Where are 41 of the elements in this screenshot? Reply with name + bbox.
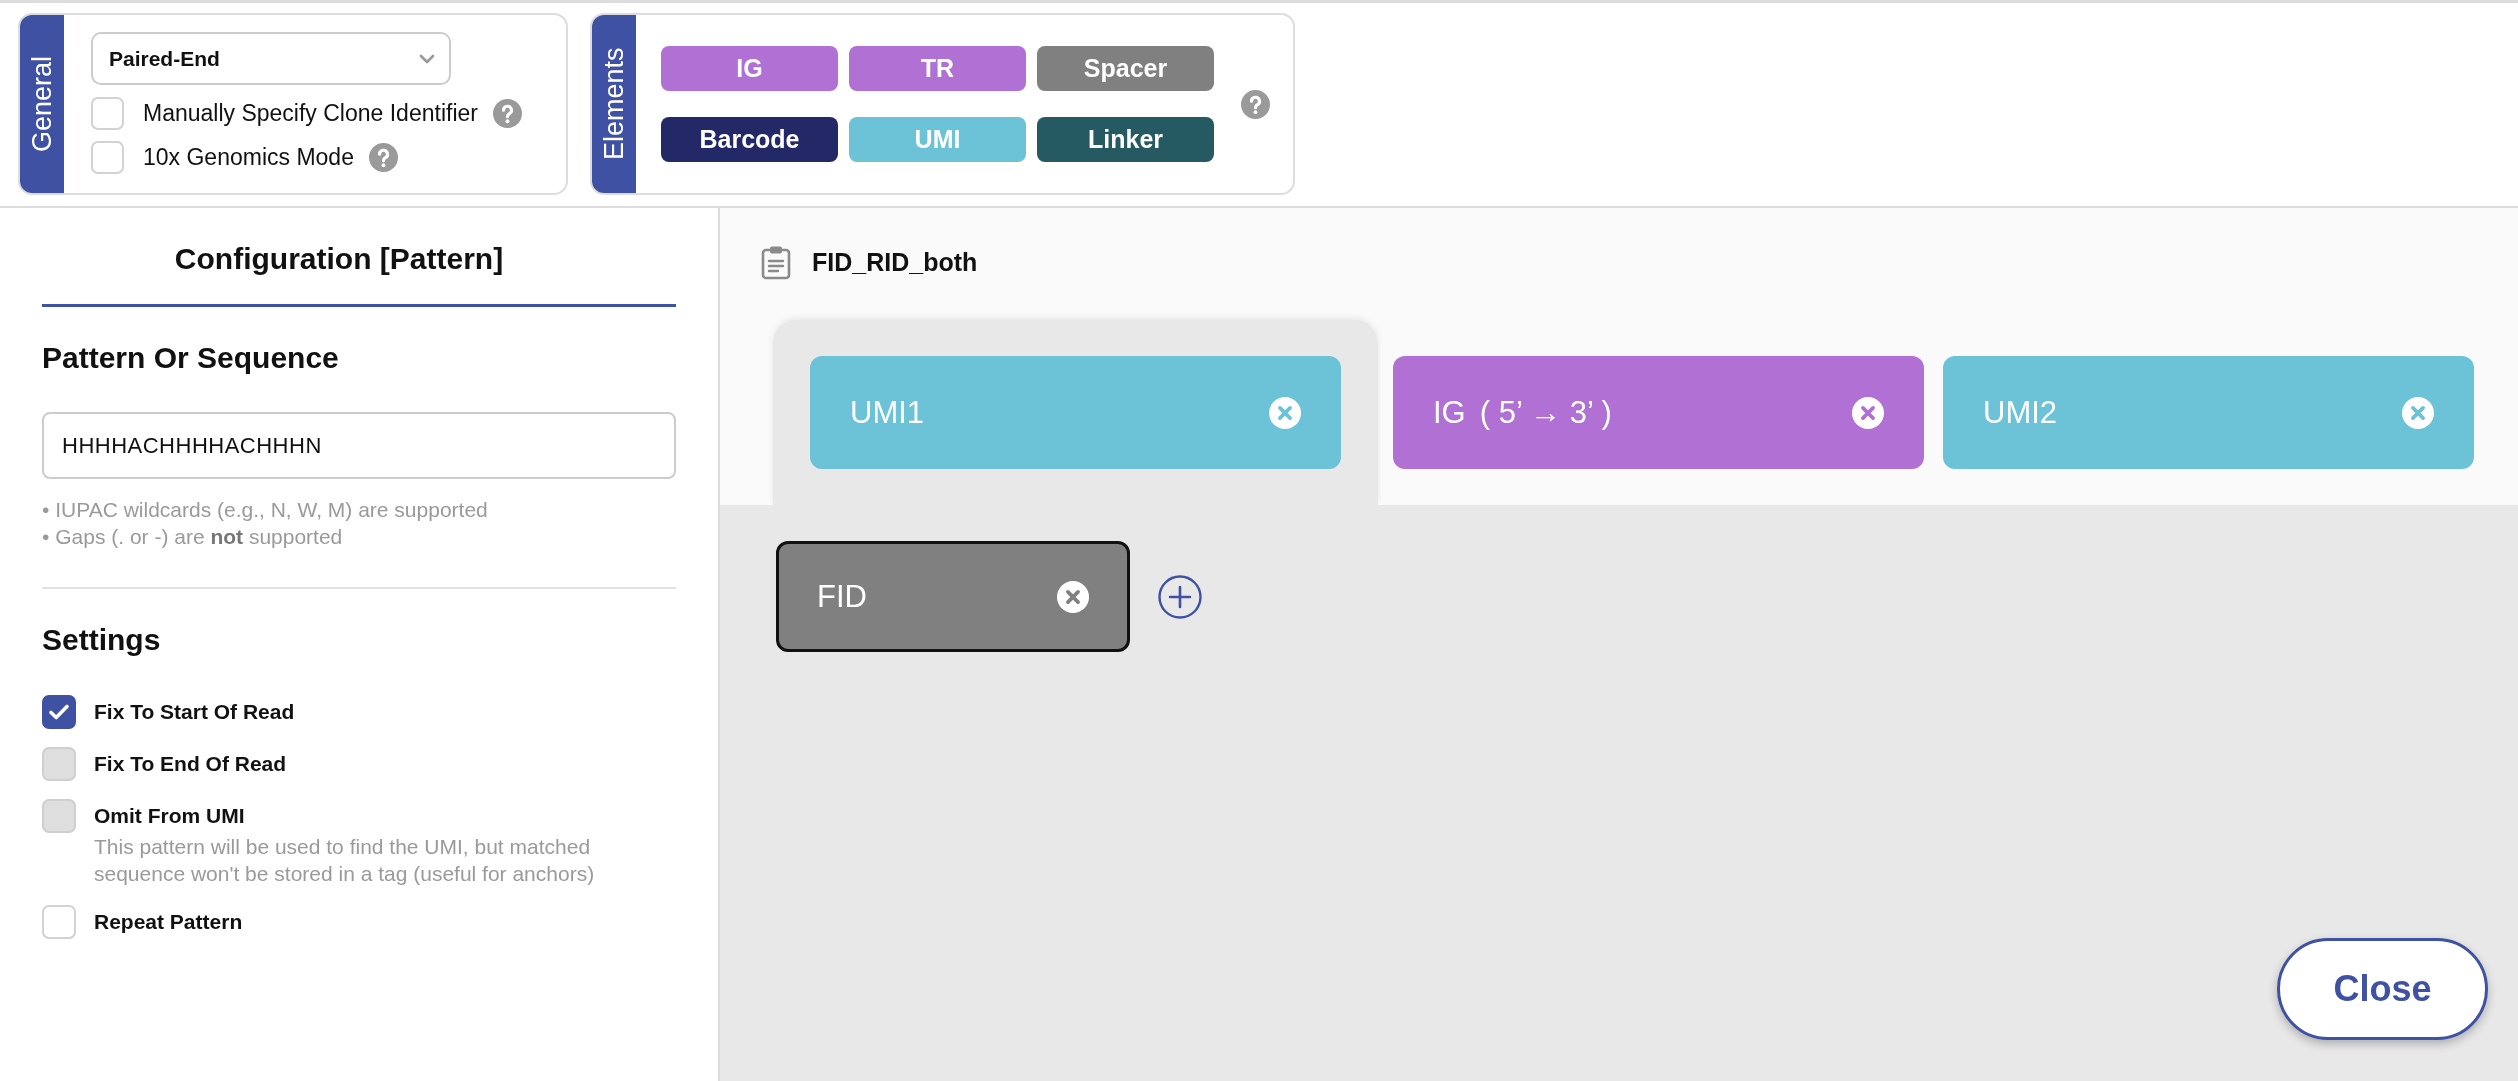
help-icon[interactable] [368,143,398,172]
hint-text: • IUPAC wildcards (e.g., N, W, M) are supported [42,497,489,523]
help-icon[interactable] [1241,89,1270,119]
clipboard-icon [761,245,791,280]
element-chip[interactable]: UMI [849,117,1026,162]
setting-label: Fix To End Of Read [94,751,288,777]
close-icon[interactable] [1269,396,1301,429]
option-label: 10x Genomics Mode [143,144,354,171]
close-icon[interactable] [1852,396,1884,429]
add-icon[interactable] [1158,574,1202,619]
panel-title: Configuration [Pattern] [42,208,676,307]
element-chip[interactable]: IG [661,46,838,91]
checkbox[interactable] [42,695,76,729]
segment-chip[interactable]: UMI2 [1943,356,2474,469]
close-icon[interactable] [1057,580,1089,613]
pattern-set-title: FID_RID_both [812,248,978,277]
check-icon [48,703,70,721]
setting-label: Fix To Start Of Read [94,699,296,725]
panel-side-label: Elements [592,15,636,193]
caret-icon [419,53,435,64]
pattern-input[interactable]: HHHHACHHHHACHHHN [42,412,676,479]
pattern-chip[interactable]: FID [776,541,1130,652]
element-chip[interactable]: TR [849,46,1026,91]
read-mode-select[interactable]: Paired-End [91,32,451,85]
element-chip[interactable]: Spacer [1037,46,1214,91]
section-heading: Pattern Or Sequence [42,343,340,373]
element-chip[interactable]: Linker [1037,117,1214,162]
segment-chip[interactable]: UMI1 [810,356,1341,469]
panel-side-label: General [20,15,64,193]
close-icon[interactable] [2402,396,2434,429]
close-button[interactable]: Close [2277,938,2488,1040]
selected-tab-background[interactable]: UMI1 [773,320,1378,505]
section-heading: Settings [42,625,162,655]
setting-label: Repeat Pattern [94,909,244,935]
option-label: Manually Specify Clone Identifier [143,100,478,127]
element-chip[interactable]: Barcode [661,117,838,162]
segment-chip[interactable]: IG ( 5’ → 3’ ) [1393,356,1924,469]
setting-description: This pattern will be used to find the UMI, but matched sequence won't be stored in a tag (useful for anchors) [94,834,596,887]
help-icon[interactable] [492,99,522,128]
setting-label: Omit From UMI [94,803,246,829]
hint-text: • Gaps (. or -) are not supported [42,524,344,550]
